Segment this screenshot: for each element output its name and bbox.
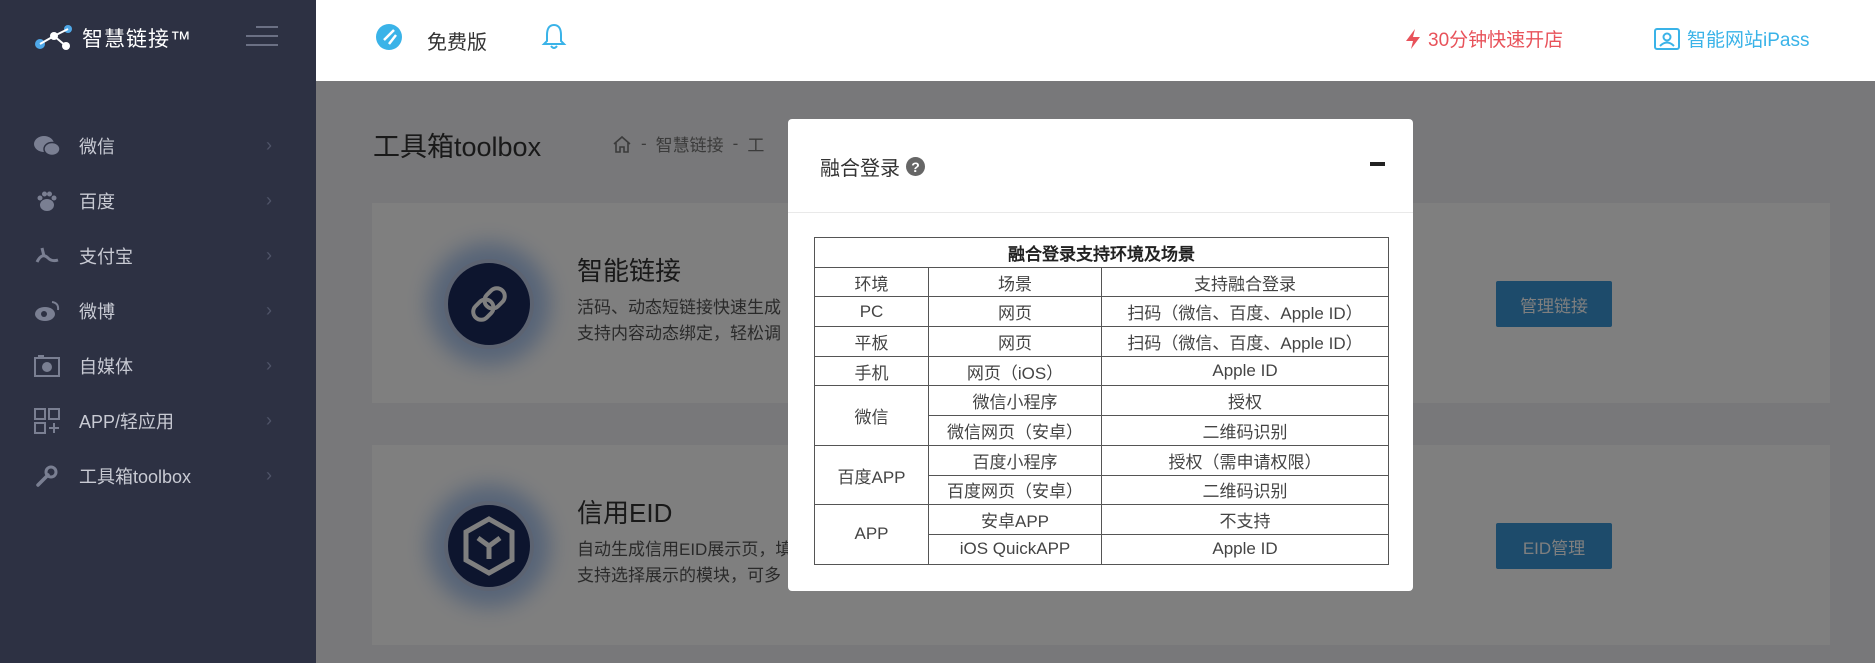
support-cell: 二维码识别 [1101, 474, 1389, 506]
support-cell: 扫码（微信、百度、Apple ID） [1101, 326, 1389, 357]
quick-open-label: 30分钟快速开店 [1428, 30, 1564, 51]
modal-header: 融合登录 ? [788, 119, 1413, 213]
sidebar-item-label: 自媒体 [79, 356, 133, 377]
sidebar-item-media[interactable]: 自媒体 › [0, 338, 316, 393]
sidebar-item-label: 支付宝 [79, 246, 133, 267]
free-plan-icon [376, 24, 402, 50]
chevron-right-icon: › [266, 355, 272, 375]
table-row: 百度APP 百度小程序 授权（需申请权限） [814, 444, 1389, 506]
sidebar-item-weibo[interactable]: 微博 › [0, 283, 316, 338]
sidebar-item-app[interactable]: APP/轻应用 › [0, 393, 316, 448]
bell-icon[interactable] [541, 22, 567, 50]
quick-open-link[interactable]: 30分钟快速开店 [1404, 25, 1563, 52]
chevron-right-icon: › [266, 300, 272, 320]
scene-cell: 微信小程序 [928, 385, 1102, 417]
env-cell: APP [814, 504, 929, 565]
column-header: 支持融合登录 [1101, 266, 1389, 298]
support-cell: 授权 [1101, 385, 1389, 417]
env-cell: PC [814, 296, 929, 328]
plan-label[interactable]: 免费版 [427, 26, 487, 55]
sidebar-item-wechat[interactable]: 微信 › [0, 118, 316, 173]
chevron-right-icon: › [266, 410, 272, 430]
support-cell: 授权（需申请权限） [1101, 444, 1389, 476]
modal-body: 融合登录支持环境及场景 环境 场景 支持融合登录 PC 网页 扫码（微信、百度、… [814, 237, 1389, 565]
env-cell: 手机 [814, 355, 929, 387]
app-grid-icon [33, 407, 61, 435]
support-cell: Apple ID [1101, 533, 1389, 565]
fusion-login-table: 融合登录支持环境及场景 环境 场景 支持融合登录 PC 网页 扫码（微信、百度、… [814, 237, 1389, 565]
scene-cell: iOS QuickAPP [928, 533, 1102, 565]
sidebar-item-toolbox[interactable]: 工具箱toolbox › [0, 448, 316, 503]
sidebar-item-label: 工具箱toolbox [79, 466, 192, 487]
weibo-icon [33, 297, 61, 325]
chevron-right-icon: › [266, 245, 272, 265]
help-icon[interactable]: ? [906, 157, 925, 176]
modal-title: 融合登录 ? [820, 152, 925, 181]
topbar: 免费版 30分钟快速开店 智能网站iPass [316, 0, 1875, 81]
table-row: PC 网页 扫码（微信、百度、Apple ID） [814, 296, 1389, 328]
media-icon [33, 352, 61, 380]
table-row: APP 安卓APP 不支持 [814, 504, 1389, 565]
chevron-right-icon: › [266, 190, 272, 210]
scene-cell: 百度网页（安卓） [928, 474, 1102, 506]
table-title: 融合登录支持环境及场景 [814, 237, 1389, 268]
support-cell: 扫码（微信、百度、Apple ID） [1101, 296, 1389, 328]
lightning-icon [1406, 28, 1420, 49]
scene-cell: 网页 [928, 326, 1102, 357]
env-cell: 平板 [814, 326, 929, 357]
logo-text: 智慧链接™ [82, 28, 192, 51]
scene-cell: 微信网页（安卓） [928, 415, 1102, 446]
chevron-right-icon: › [266, 135, 272, 155]
menu-toggle-button[interactable] [246, 26, 278, 48]
scene-cell: 网页（iOS） [928, 355, 1102, 387]
modal-title-text: 融合登录 [820, 158, 900, 180]
sidebar-item-label: APP/轻应用 [79, 411, 175, 432]
scene-cell: 网页 [928, 296, 1102, 328]
sidebar-item-baidu[interactable]: 百度 › [0, 173, 316, 228]
minimize-button[interactable] [1370, 162, 1385, 166]
sidebar-item-alipay[interactable]: 支付宝 › [0, 228, 316, 283]
wrench-icon [33, 462, 61, 490]
support-cell: 不支持 [1101, 504, 1389, 535]
sidebar-item-label: 微信 [79, 136, 115, 157]
support-cell: Apple ID [1101, 355, 1389, 387]
table-row: 微信 微信小程序 授权 [814, 385, 1389, 446]
table-row: 手机 网页（iOS） Apple ID [814, 355, 1389, 387]
column-header: 场景 [928, 266, 1102, 298]
sidebar-item-label: 百度 [79, 191, 115, 212]
logo-icon [35, 25, 72, 50]
logo[interactable]: 智慧链接™ [32, 20, 192, 56]
env-cell: 百度APP [814, 444, 929, 506]
sidebar-item-label: 微博 [79, 301, 115, 322]
table-row: 平板 网页 扫码（微信、百度、Apple ID） [814, 326, 1389, 357]
table-header-row: 环境 场景 支持融合登录 [814, 266, 1389, 298]
sidebar-menu: 微信 › 百度 › 支付宝 › 微博 › 自媒体 › APP/轻应用 › 工具箱… [0, 118, 316, 503]
chevron-right-icon: › [266, 465, 272, 485]
alipay-icon [33, 242, 61, 270]
scene-cell: 百度小程序 [928, 444, 1102, 476]
ipass-label: 智能网站iPass [1687, 30, 1810, 51]
table-title-row: 融合登录支持环境及场景 [814, 237, 1389, 268]
env-cell: 微信 [814, 385, 929, 446]
baidu-paw-icon [33, 187, 61, 215]
ipass-link[interactable]: 智能网站iPass [1654, 25, 1809, 52]
fusion-login-modal: 融合登录 ? 融合登录支持环境及场景 环境 场景 支持融合登录 PC 网页 扫码… [788, 119, 1413, 591]
ipass-icon [1654, 27, 1680, 50]
column-header: 环境 [814, 266, 929, 298]
sidebar: 智慧链接™ 微信 › 百度 › 支付宝 › 微博 › 自媒体 › APP/轻应用… [0, 0, 316, 663]
support-cell: 二维码识别 [1101, 415, 1389, 446]
scene-cell: 安卓APP [928, 504, 1102, 535]
wechat-icon [33, 132, 61, 160]
